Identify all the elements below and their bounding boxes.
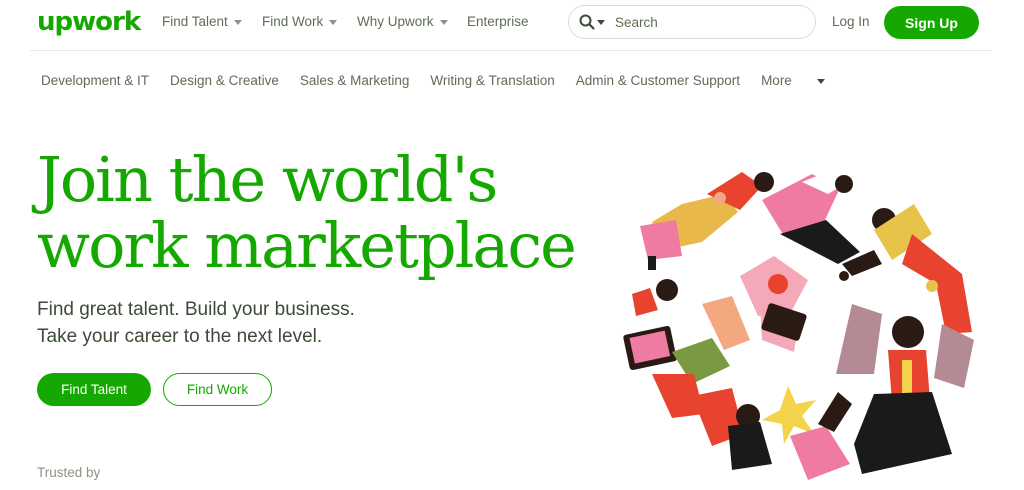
- trusted-by-label: Trusted by: [37, 465, 101, 480]
- hero-subtitle-line-1: Find great talent. Build your business.: [37, 299, 355, 320]
- upwork-logo[interactable]: upwork: [37, 7, 141, 37]
- category-design-creative[interactable]: Design & Creative: [170, 73, 279, 88]
- nav-why-upwork-label: Why Upwork: [357, 14, 434, 29]
- top-navigation-bar: upwork Find Talent Find Work Why Upwork …: [0, 0, 1024, 46]
- category-more-label: More: [761, 73, 792, 88]
- search-type-dropdown[interactable]: [597, 19, 605, 25]
- hero-illustration: [623, 170, 974, 480]
- nav-find-work-label: Find Work: [262, 14, 324, 29]
- nav-find-work[interactable]: Find Work: [262, 14, 338, 29]
- category-development-it[interactable]: Development & IT: [41, 73, 149, 88]
- category-admin-support[interactable]: Admin & Customer Support: [576, 73, 740, 88]
- category-nav: Development & IT Design & Creative Sales…: [41, 73, 846, 88]
- search-input[interactable]: [615, 14, 805, 30]
- illustration-figure-center: [740, 256, 808, 352]
- nav-find-talent[interactable]: Find Talent: [162, 14, 242, 29]
- hero-subtitle: Find great talent. Build your business. …: [37, 296, 355, 350]
- hero-subtitle-line-2: Take your career to the next level.: [37, 326, 323, 347]
- illustration-figure-top-left: [640, 172, 774, 260]
- nav-find-talent-label: Find Talent: [162, 14, 228, 29]
- search-bar: [568, 5, 816, 39]
- category-sales-marketing[interactable]: Sales & Marketing: [300, 73, 410, 88]
- nav-why-upwork[interactable]: Why Upwork: [357, 14, 448, 29]
- illustration-figure-top-middle: [762, 170, 860, 264]
- chevron-down-icon: [233, 20, 242, 25]
- illustration-figure-left: [623, 279, 750, 446]
- category-more[interactable]: More: [761, 73, 846, 88]
- header-divider: [30, 50, 992, 51]
- illustration-figure-bottom: [728, 386, 852, 480]
- chevron-down-icon: [816, 79, 825, 84]
- find-work-button[interactable]: Find Work: [163, 373, 272, 406]
- category-writing-translation[interactable]: Writing & Translation: [430, 73, 554, 88]
- login-link[interactable]: Log In: [832, 14, 870, 29]
- nav-enterprise[interactable]: Enterprise: [467, 14, 529, 29]
- signup-button[interactable]: Sign Up: [884, 6, 979, 39]
- chevron-down-icon: [439, 20, 448, 25]
- nav-enterprise-label: Enterprise: [467, 14, 529, 29]
- search-icon[interactable]: [578, 13, 596, 31]
- hero-headline: Join the world's work marketplace: [37, 143, 577, 282]
- chevron-down-icon: [329, 20, 338, 25]
- hero-headline-line-2: work marketplace: [37, 209, 577, 282]
- find-talent-button[interactable]: Find Talent: [37, 373, 151, 406]
- hero-headline-line-1: Join the world's: [37, 143, 498, 216]
